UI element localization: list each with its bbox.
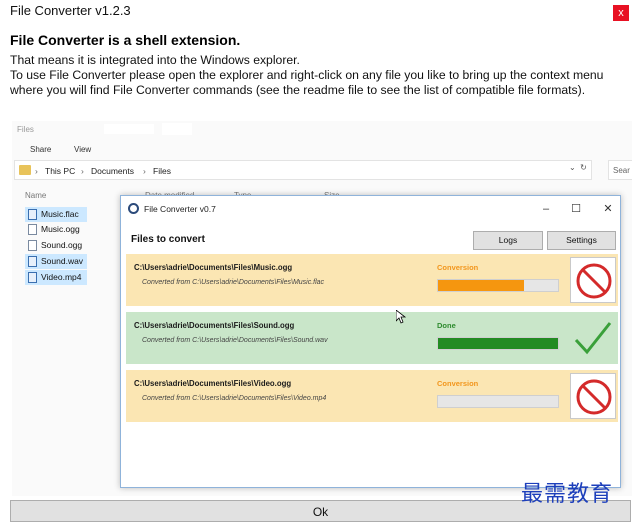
- explorer-title: Files: [17, 125, 34, 134]
- job-progress-fill: [438, 280, 525, 291]
- job-source-path: Converted from C:\Users\adrie\Documents\…: [142, 395, 327, 402]
- intro-line-1: That means it is integrated into the Win…: [10, 53, 300, 67]
- cancel-button[interactable]: [570, 373, 616, 419]
- conversion-job: C:\Users\adrie\Documents\Files\Music.ogg…: [126, 254, 618, 306]
- file-icon: [28, 224, 37, 235]
- converter-titlebar: File Converter v0.7 – ☐ ✕: [121, 196, 620, 222]
- job-source-path: Converted from C:\Users\adrie\Documents\…: [142, 279, 325, 286]
- address-bar[interactable]: › This PC › Documents › Files: [14, 160, 592, 180]
- job-progress-fill: [438, 338, 558, 349]
- job-output-path: C:\Users\adrie\Documents\Files\Music.ogg: [134, 263, 293, 272]
- cancel-button[interactable]: [570, 257, 616, 303]
- file-item[interactable]: Music.ogg: [25, 222, 87, 237]
- job-progress-bar: [437, 337, 559, 350]
- file-item[interactable]: Sound.ogg: [25, 238, 87, 253]
- app-icon: [128, 203, 139, 214]
- intro-heading: File Converter is a shell extension.: [10, 32, 241, 48]
- job-output-path: C:\Users\adrie\Documents\Files\Sound.ogg: [134, 321, 295, 330]
- ribbon-tab-view[interactable]: View: [74, 145, 91, 154]
- maximize-button[interactable]: ☐: [565, 200, 587, 218]
- converter-title: File Converter v0.7: [144, 204, 216, 214]
- video-file-icon: [28, 272, 37, 283]
- settings-button[interactable]: Settings: [547, 231, 616, 250]
- breadcrumb-this-pc[interactable]: This PC: [45, 166, 75, 176]
- logs-button[interactable]: Logs: [473, 231, 543, 250]
- ribbon-tab-share[interactable]: Share: [30, 145, 51, 154]
- job-status: Conversion: [437, 263, 479, 272]
- conversion-job: C:\Users\adrie\Documents\Files\Sound.ogg…: [126, 312, 618, 364]
- files-to-convert-title: Files to convert: [131, 234, 205, 245]
- explorer-ribbon: Share View: [12, 141, 632, 157]
- window-title: File Converter v1.2.3: [10, 3, 131, 18]
- file-item[interactable]: Video.mp4: [25, 270, 87, 285]
- job-source-path: Converted from C:\Users\adrie\Documents\…: [142, 337, 328, 344]
- conversion-job: C:\Users\adrie\Documents\Files\Video.ogg…: [126, 370, 618, 422]
- watermark: 最需教育: [521, 482, 614, 507]
- close-button[interactable]: x: [613, 5, 629, 21]
- audio-file-icon: [28, 256, 37, 267]
- mouse-cursor-icon: [396, 310, 406, 324]
- converter-close-button[interactable]: ✕: [597, 200, 619, 218]
- cancel-icon: [576, 379, 612, 415]
- column-name[interactable]: Name: [25, 191, 46, 200]
- cancel-icon: [576, 263, 612, 299]
- breadcrumb-files[interactable]: Files: [153, 166, 171, 176]
- job-status: Conversion: [437, 379, 479, 388]
- checkmark-icon: [574, 322, 612, 355]
- file-icon: [28, 240, 37, 251]
- folder-icon: [19, 165, 31, 175]
- address-bar-controls[interactable]: ⌄ ↻: [569, 163, 587, 172]
- job-progress-bar: [437, 395, 559, 408]
- job-output-path: C:\Users\adrie\Documents\Files\Video.ogg: [134, 379, 292, 388]
- file-item[interactable]: Music.flac: [25, 207, 87, 222]
- minimize-button[interactable]: –: [535, 200, 557, 218]
- job-progress-bar: [437, 279, 559, 292]
- intro-line-2: To use File Converter please open the ex…: [10, 68, 604, 97]
- job-status: Done: [437, 321, 456, 330]
- done-indicator: [570, 315, 616, 361]
- converter-window: File Converter v0.7 – ☐ ✕ Files to conve…: [120, 195, 621, 488]
- breadcrumb-documents[interactable]: Documents: [91, 166, 134, 176]
- intro-text: That means it is integrated into the Win…: [10, 53, 630, 98]
- explorer-search-input[interactable]: Sear: [608, 160, 632, 180]
- file-item[interactable]: Sound.wav: [25, 254, 87, 269]
- audio-file-icon: [28, 209, 37, 220]
